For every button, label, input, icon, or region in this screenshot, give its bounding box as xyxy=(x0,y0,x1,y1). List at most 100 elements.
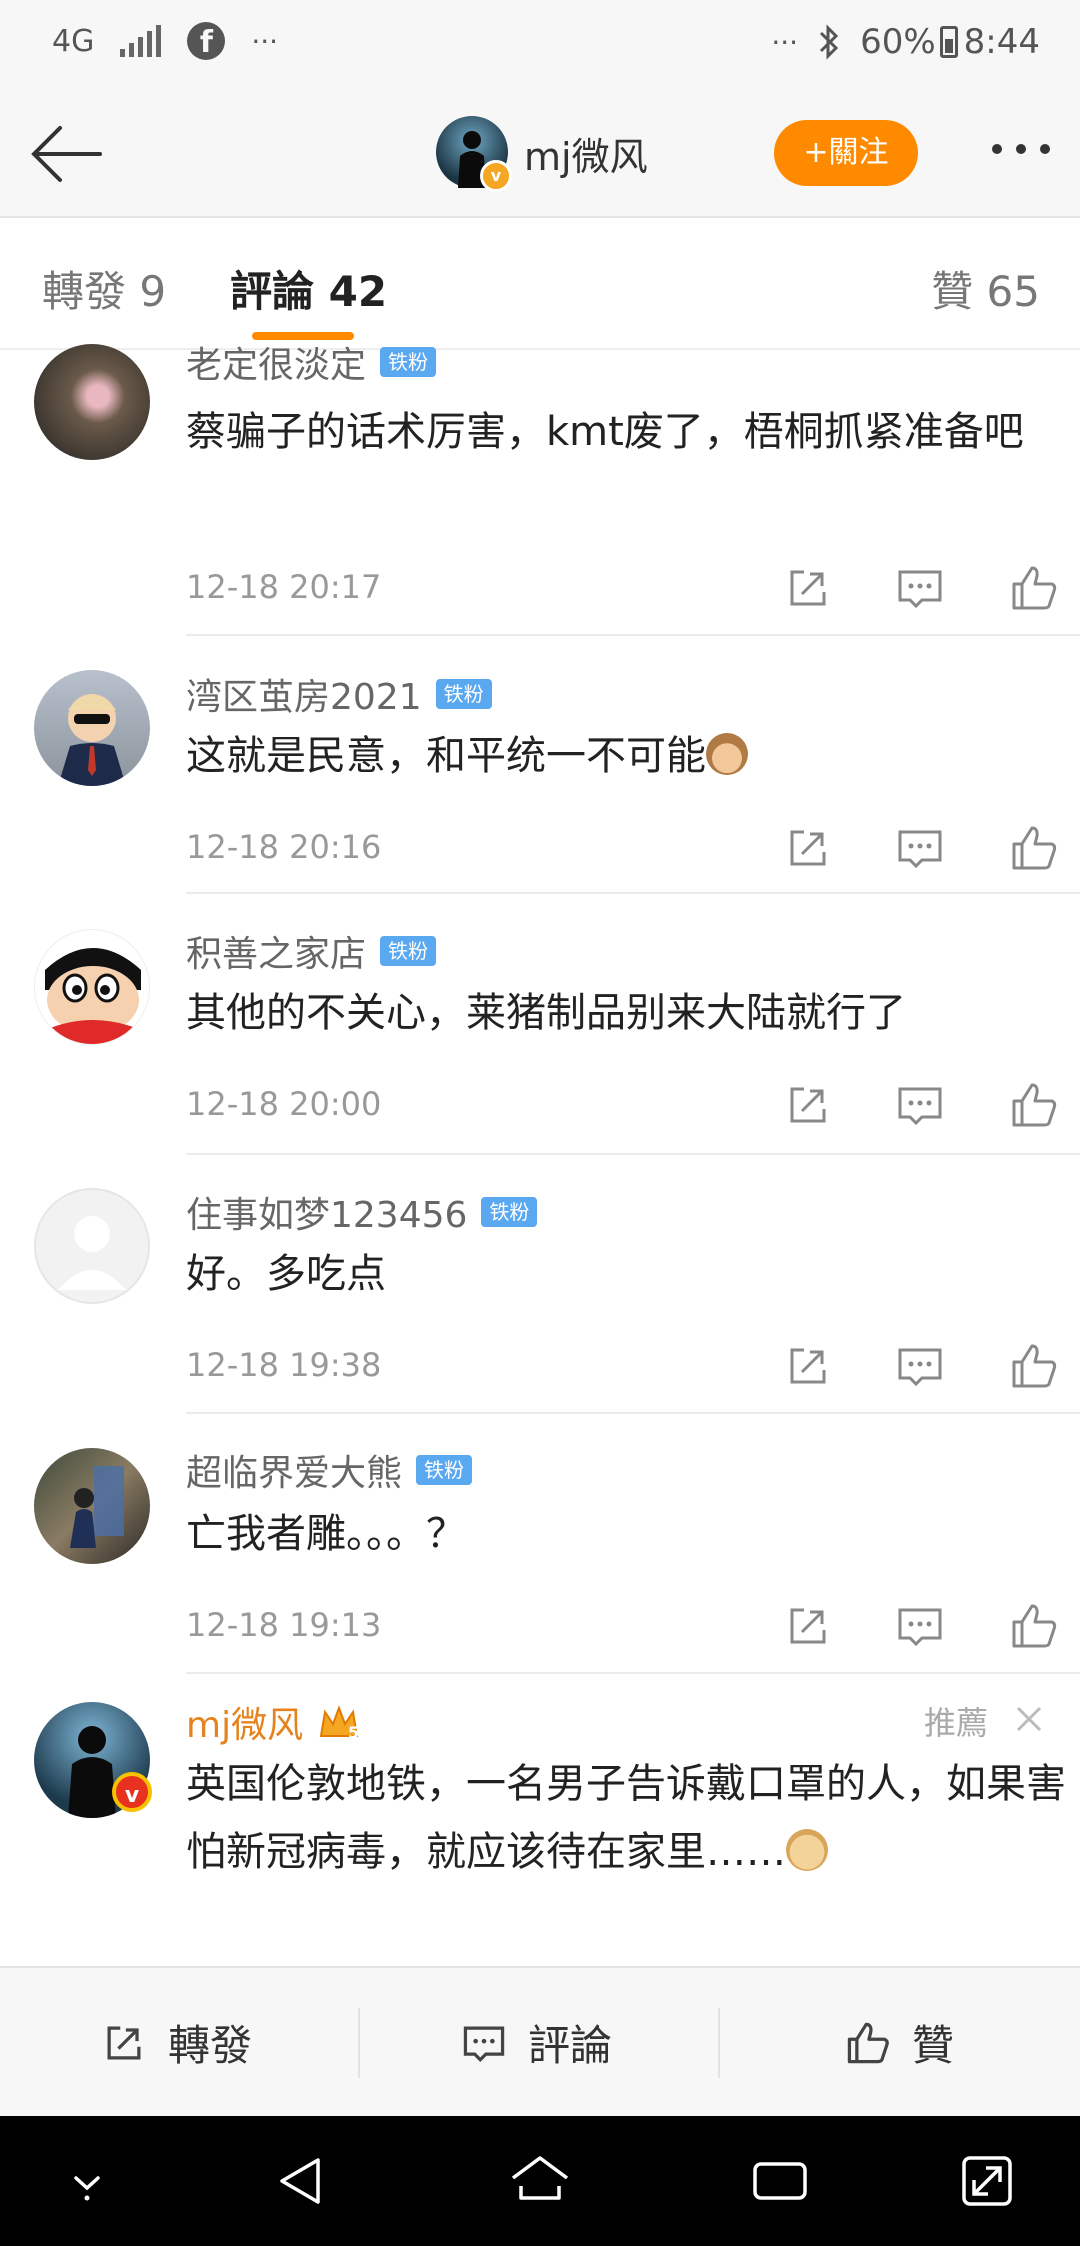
fan-badge: 铁粉 xyxy=(416,1455,473,1485)
battery-icon xyxy=(939,26,958,58)
home-icon[interactable] xyxy=(505,2146,575,2216)
repost-icon[interactable] xyxy=(780,1077,836,1133)
facebook-icon: f xyxy=(187,22,226,60)
expand-icon[interactable] xyxy=(952,2146,1022,2216)
reply-icon[interactable] xyxy=(892,1598,948,1654)
comment-text: 这就是民意，和平统一不可能 xyxy=(186,722,1046,790)
comment-divider xyxy=(186,1153,1080,1155)
repost-icon xyxy=(107,2026,141,2059)
businessman-icon xyxy=(58,694,126,786)
like-icon[interactable] xyxy=(1006,1077,1062,1133)
comment-username[interactable]: 老定很淡定 铁粉 xyxy=(186,336,437,388)
fan-badge: 铁粉 xyxy=(380,347,437,377)
author-avatar[interactable]: v xyxy=(436,116,512,192)
verified-badge-icon: v xyxy=(112,1772,152,1812)
shinchan-icon xyxy=(45,948,141,1044)
tab-reposts[interactable]: 轉發 9 xyxy=(42,258,166,319)
comment-icon xyxy=(463,2026,505,2062)
see-no-evil-monkey-icon xyxy=(706,733,748,775)
bar-separator xyxy=(718,2008,720,2078)
repost-button[interactable]: 轉發 xyxy=(98,2012,252,2073)
comment-actions xyxy=(780,1338,1080,1398)
bluetooth-icon xyxy=(820,24,839,60)
like-icon[interactable] xyxy=(1006,820,1062,876)
dismiss-close-icon[interactable] xyxy=(1014,1704,1044,1734)
signal-icon xyxy=(120,25,162,57)
vip-level: 5 xyxy=(347,1723,360,1742)
recent-apps-icon[interactable] xyxy=(745,2146,815,2216)
like-button[interactable]: 贊 xyxy=(842,2012,954,2073)
reply-icon[interactable] xyxy=(892,1077,948,1133)
comment-divider xyxy=(186,892,1080,894)
comment-divider xyxy=(186,1672,1080,1674)
comment-button[interactable]: 評論 xyxy=(458,2012,612,2073)
more-notifications-icon: ··· xyxy=(251,24,279,58)
fan-badge: 铁粉 xyxy=(435,679,492,709)
username-text: 老定很淡定 xyxy=(186,345,367,386)
overflow-icon: ··· xyxy=(771,25,799,59)
tab-comments[interactable]: 評論 42 xyxy=(230,258,387,319)
follow-button[interactable]: +關注 xyxy=(774,120,918,186)
like-icon[interactable] xyxy=(1006,560,1062,616)
comment-text: 好。多吃点 xyxy=(186,1251,386,1297)
hide-keyboard-icon[interactable] xyxy=(52,2146,122,2216)
like-icon[interactable] xyxy=(1006,1338,1062,1394)
recommended-tag: 推薦 xyxy=(923,1704,988,1742)
comment-time: 12-18 19:38 xyxy=(186,1346,382,1384)
username-text: mj微风 xyxy=(186,1705,304,1746)
interaction-tabs: 轉發 9 評論 42 贊 65 xyxy=(0,218,1080,350)
photo-figure-icon xyxy=(70,1466,124,1548)
reply-icon[interactable] xyxy=(892,1338,948,1394)
flower-avatar[interactable] xyxy=(34,344,150,460)
recommended-username[interactable]: mj微风 5 xyxy=(186,1696,361,1748)
network-label: 4G xyxy=(52,23,95,59)
username-text: 积善之家店 xyxy=(186,934,367,975)
recommended-text-content: 英国伦敦地铁，一名男子告诉戴口罩的人，如果害怕新冠病毒，就应该待在家里…… xyxy=(186,1761,1066,1875)
soldier-silhouette-avatar[interactable]: v xyxy=(34,1702,152,1818)
default-user-avatar[interactable] xyxy=(34,1188,150,1304)
bottom-action-bar: 轉發 評論 贊 xyxy=(0,1966,1080,2116)
reply-icon[interactable] xyxy=(892,820,948,876)
comment-username[interactable]: 住事如梦123456 铁粉 xyxy=(186,1186,538,1238)
comment-username[interactable]: 积善之家店 铁粉 xyxy=(186,925,437,977)
default-user-icon xyxy=(58,1216,126,1290)
comment-actions xyxy=(780,560,1080,620)
comment-actions xyxy=(780,1598,1080,1658)
repost-icon[interactable] xyxy=(780,820,836,876)
reply-icon[interactable] xyxy=(892,560,948,616)
crayon-shinchan-avatar[interactable] xyxy=(34,929,150,1045)
comment-username[interactable]: 超临界爱大熊 铁粉 xyxy=(186,1444,473,1496)
back-arrow-icon[interactable] xyxy=(28,122,104,186)
back-icon[interactable] xyxy=(266,2146,336,2216)
clock: 8:44 xyxy=(963,22,1040,62)
comment-text: 蔡骗子的话术厉害，kmt废了，梧桐抓紧准备吧 xyxy=(186,409,1024,455)
comment-actions xyxy=(780,820,1080,880)
username-text: 超临界爱大熊 xyxy=(186,1453,403,1494)
comment-text: 其他的不关心，莱猪制品别来大陆就行了 xyxy=(186,990,906,1036)
author-name[interactable]: mj微风 xyxy=(524,126,648,181)
comment-actions xyxy=(780,1077,1080,1137)
system-navigation-bar xyxy=(0,2116,1080,2246)
cartoon-businessman-avatar[interactable] xyxy=(34,670,150,786)
username-text: 住事如梦123456 xyxy=(186,1195,468,1236)
tab-likes[interactable]: 贊 65 xyxy=(931,258,1040,319)
comment-text-content: 这就是民意，和平统一不可能 xyxy=(186,733,706,779)
comment-label: 評論 xyxy=(528,2021,613,2070)
repost-icon[interactable] xyxy=(780,560,836,616)
comment-username[interactable]: 湾区茧房2021 铁粉 xyxy=(186,668,492,720)
top-nav-bar: v mj微风 +關注 xyxy=(0,92,1080,218)
recommended-text: 英国伦敦地铁，一名男子告诉戴口罩的人，如果害怕新冠病毒，就应该待在家里…… xyxy=(186,1750,1066,1886)
repost-icon[interactable] xyxy=(780,1598,836,1654)
status-bar: 4G f ··· ··· 60% 8:44 xyxy=(0,0,1080,92)
fan-badge: 铁粉 xyxy=(481,1197,538,1227)
fan-badge: 铁粉 xyxy=(380,936,437,966)
repost-icon[interactable] xyxy=(780,1338,836,1394)
repost-label: 轉發 xyxy=(168,2021,253,2070)
like-icon xyxy=(847,2022,889,2063)
username-text: 湾区茧房2021 xyxy=(186,677,422,718)
comment-time: 12-18 20:16 xyxy=(186,828,382,866)
more-options-icon[interactable] xyxy=(992,144,1050,154)
like-icon[interactable] xyxy=(1006,1598,1062,1654)
photo-avatar[interactable] xyxy=(34,1448,150,1564)
comment-time: 12-18 19:13 xyxy=(186,1606,382,1644)
